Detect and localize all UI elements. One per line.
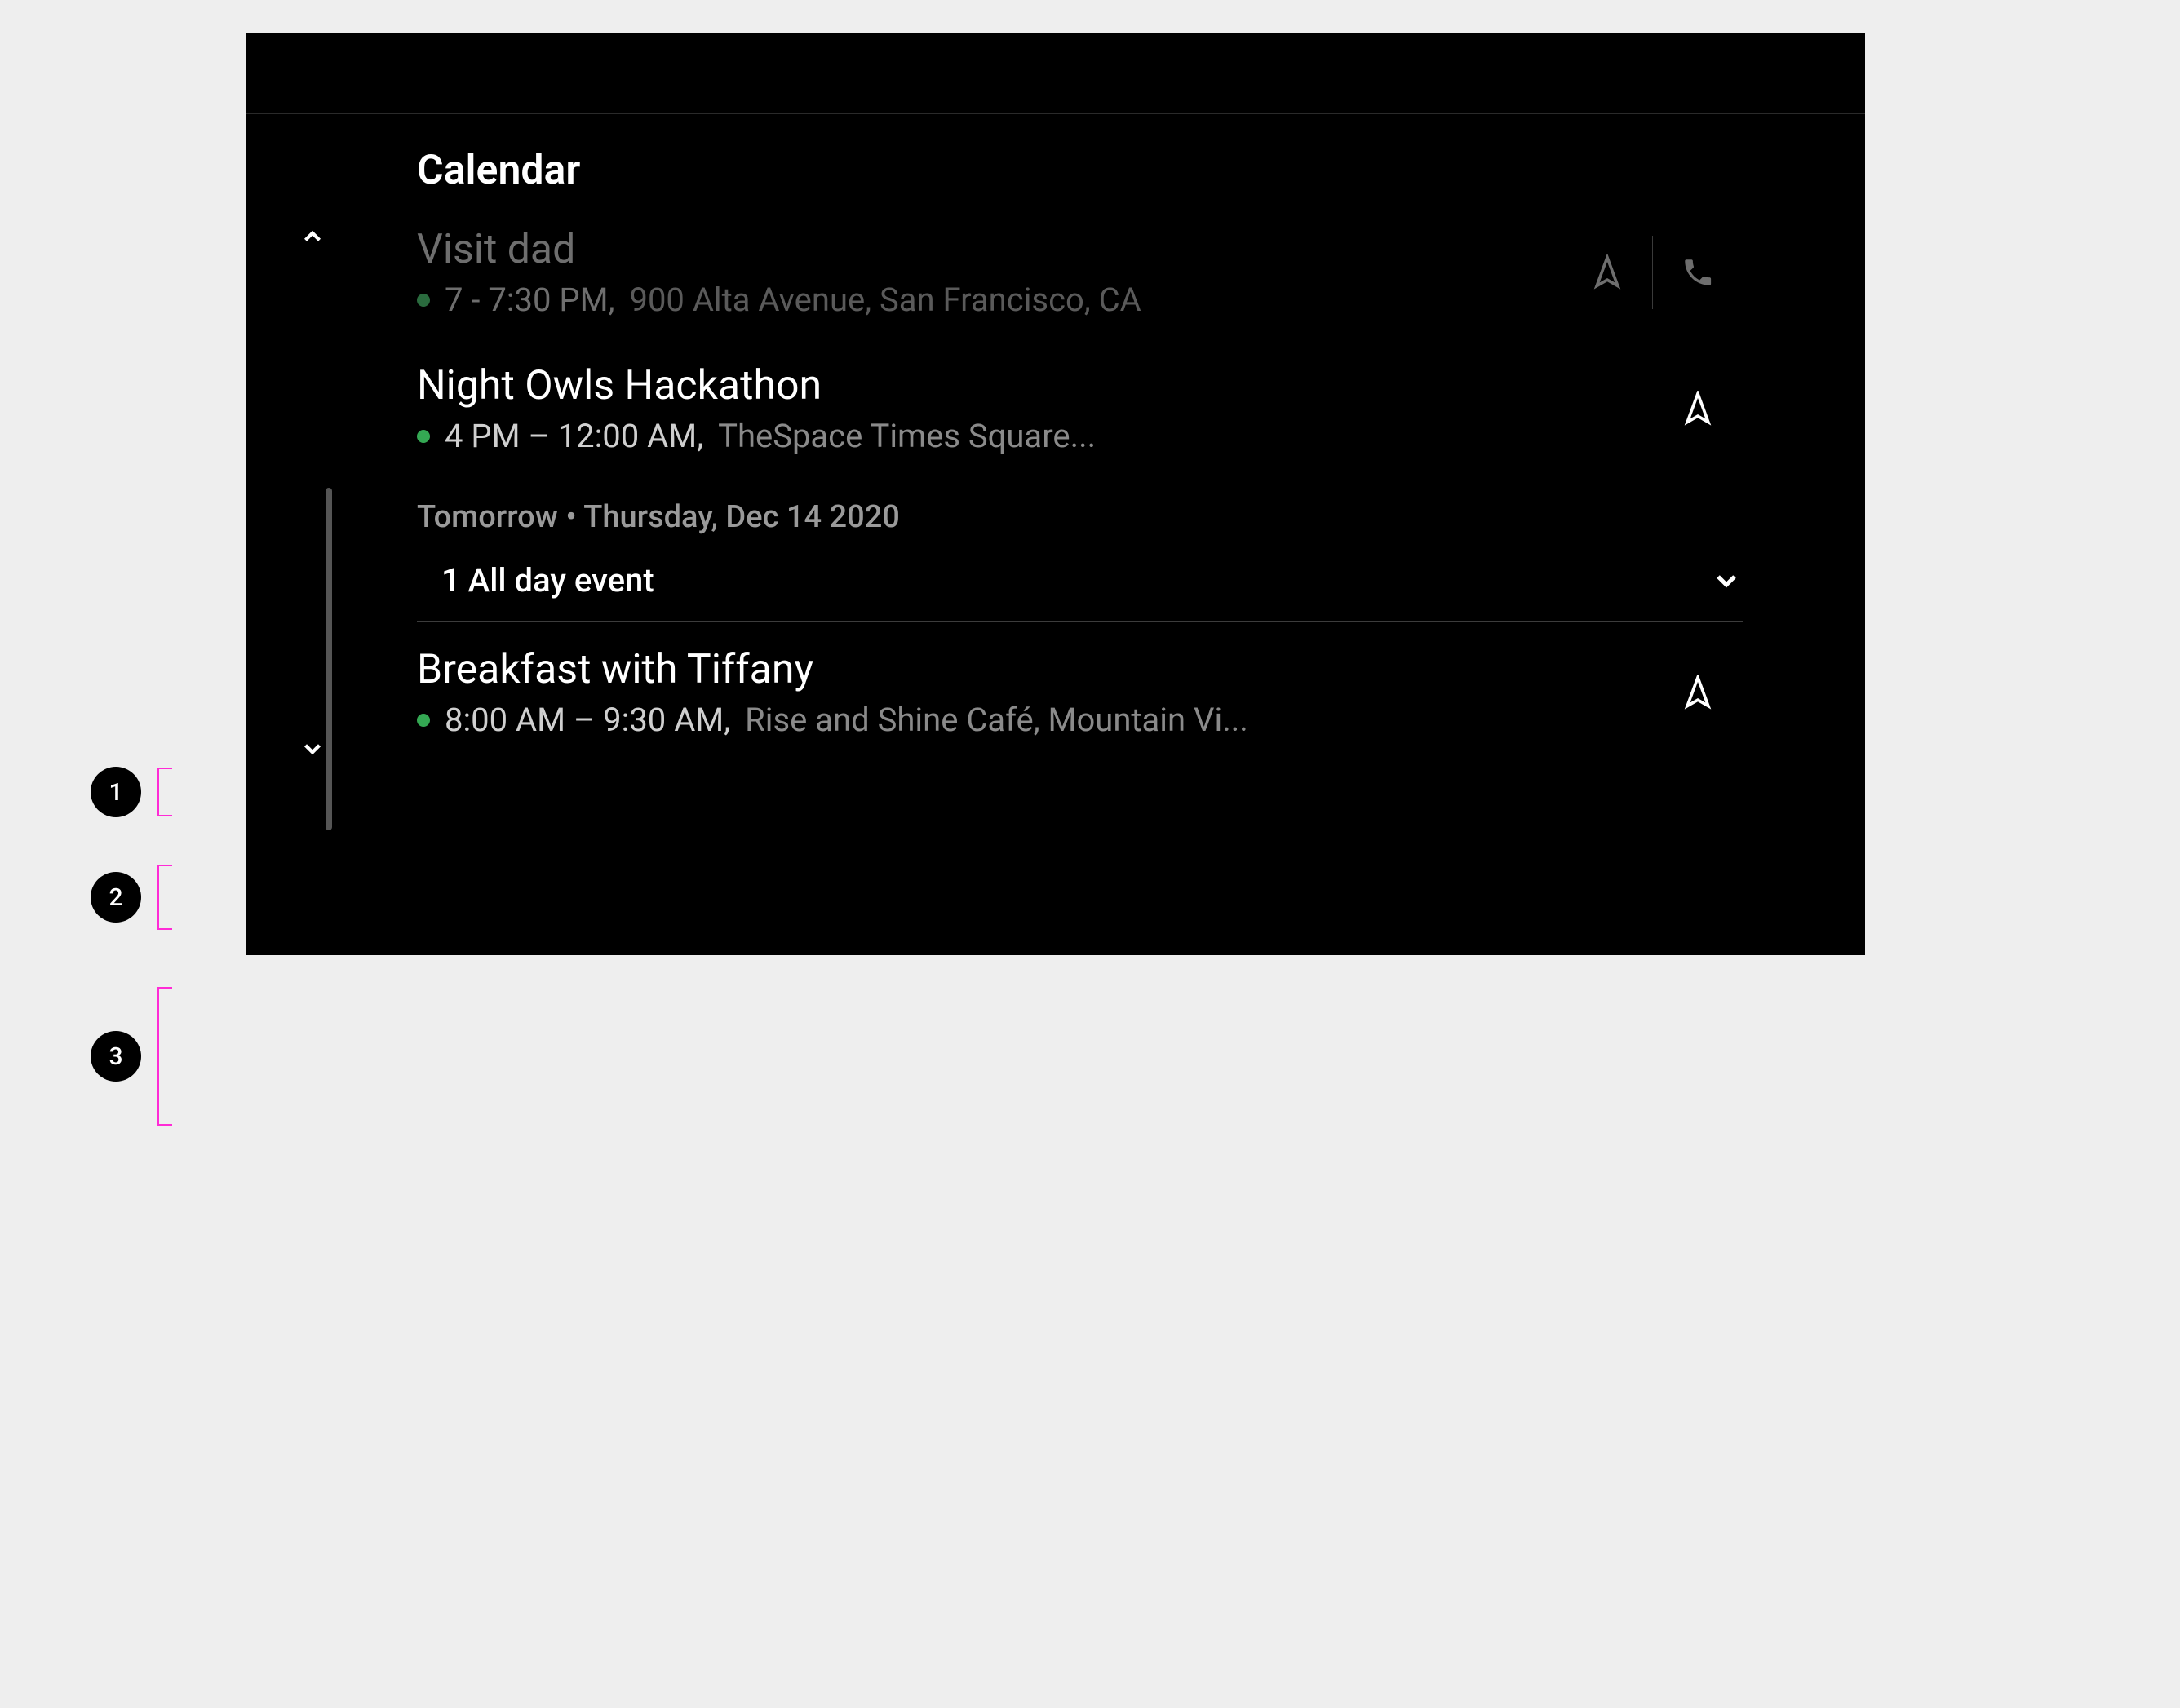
phone-icon bbox=[1681, 255, 1715, 290]
event-time: 7 - 7:30 PM, bbox=[445, 281, 614, 319]
all-day-row[interactable]: 1 All day event bbox=[417, 540, 1743, 622]
scroll-down-button[interactable] bbox=[295, 731, 330, 767]
annotation-2: 2 bbox=[91, 865, 172, 930]
annotation-badge: 1 bbox=[91, 767, 141, 817]
scrollbar-thumb[interactable] bbox=[326, 488, 332, 830]
device-frame: Calendar Visit dad 7 bbox=[246, 33, 1865, 955]
event-location: TheSpace Times Square... bbox=[718, 417, 1096, 455]
event-list: Visit dad 7 - 7:30 PM, 900 Alta Avenue, … bbox=[417, 202, 1865, 759]
navigation-arrow-icon bbox=[1589, 254, 1625, 290]
scroll-up-button[interactable] bbox=[295, 219, 330, 254]
chevron-up-icon bbox=[299, 223, 326, 250]
event-time: 8:00 AM – 9:30 AM, bbox=[445, 701, 730, 739]
navigate-button[interactable] bbox=[1653, 372, 1743, 445]
status-dot-icon bbox=[417, 714, 430, 727]
navigation-arrow-icon bbox=[1680, 391, 1716, 427]
expand-button[interactable] bbox=[1710, 564, 1743, 597]
event-item-breakfast[interactable]: Breakfast with Tiffany 8:00 AM – 9:30 AM… bbox=[417, 622, 1743, 759]
annotation-bracket bbox=[157, 865, 172, 930]
annotation-bracket bbox=[157, 768, 172, 816]
status-dot-icon bbox=[417, 294, 430, 307]
navigation-arrow-icon bbox=[1680, 675, 1716, 710]
annotation-1: 1 bbox=[91, 767, 172, 817]
event-item-hackathon[interactable]: Night Owls Hackathon 4 PM – 12:00 AM, Th… bbox=[417, 339, 1743, 475]
annotation-badge: 2 bbox=[91, 872, 141, 923]
annotation-3: 3 bbox=[91, 987, 172, 1126]
event-location: Rise and Shine Café, Mountain Vi... bbox=[745, 701, 1248, 739]
annotation-bracket bbox=[157, 987, 172, 1126]
annotation-badge: 3 bbox=[91, 1031, 141, 1082]
app-title: Calendar bbox=[246, 114, 1865, 202]
scroll-gutter bbox=[246, 202, 417, 759]
status-dot-icon bbox=[417, 430, 430, 443]
status-bar bbox=[246, 33, 1865, 114]
event-title: Breakfast with Tiffany bbox=[417, 645, 1653, 694]
event-title: Night Owls Hackathon bbox=[417, 361, 1653, 410]
chevron-down-icon bbox=[299, 735, 326, 763]
call-button[interactable] bbox=[1653, 236, 1743, 309]
all-day-label: 1 All day event bbox=[441, 561, 654, 600]
date-section-header: Tomorrow • Thursday, Dec 14 2020 bbox=[417, 475, 1743, 540]
event-location: 900 Alta Avenue, San Francisco, CA bbox=[629, 281, 1141, 319]
event-time: 4 PM – 12:00 AM, bbox=[445, 417, 703, 455]
navigate-button[interactable] bbox=[1653, 656, 1743, 729]
chevron-down-icon bbox=[1710, 564, 1743, 597]
event-item-visit-dad[interactable]: Visit dad 7 - 7:30 PM, 900 Alta Avenue, … bbox=[417, 202, 1743, 339]
navigate-button[interactable] bbox=[1562, 236, 1652, 309]
event-title: Visit dad bbox=[417, 225, 1562, 274]
